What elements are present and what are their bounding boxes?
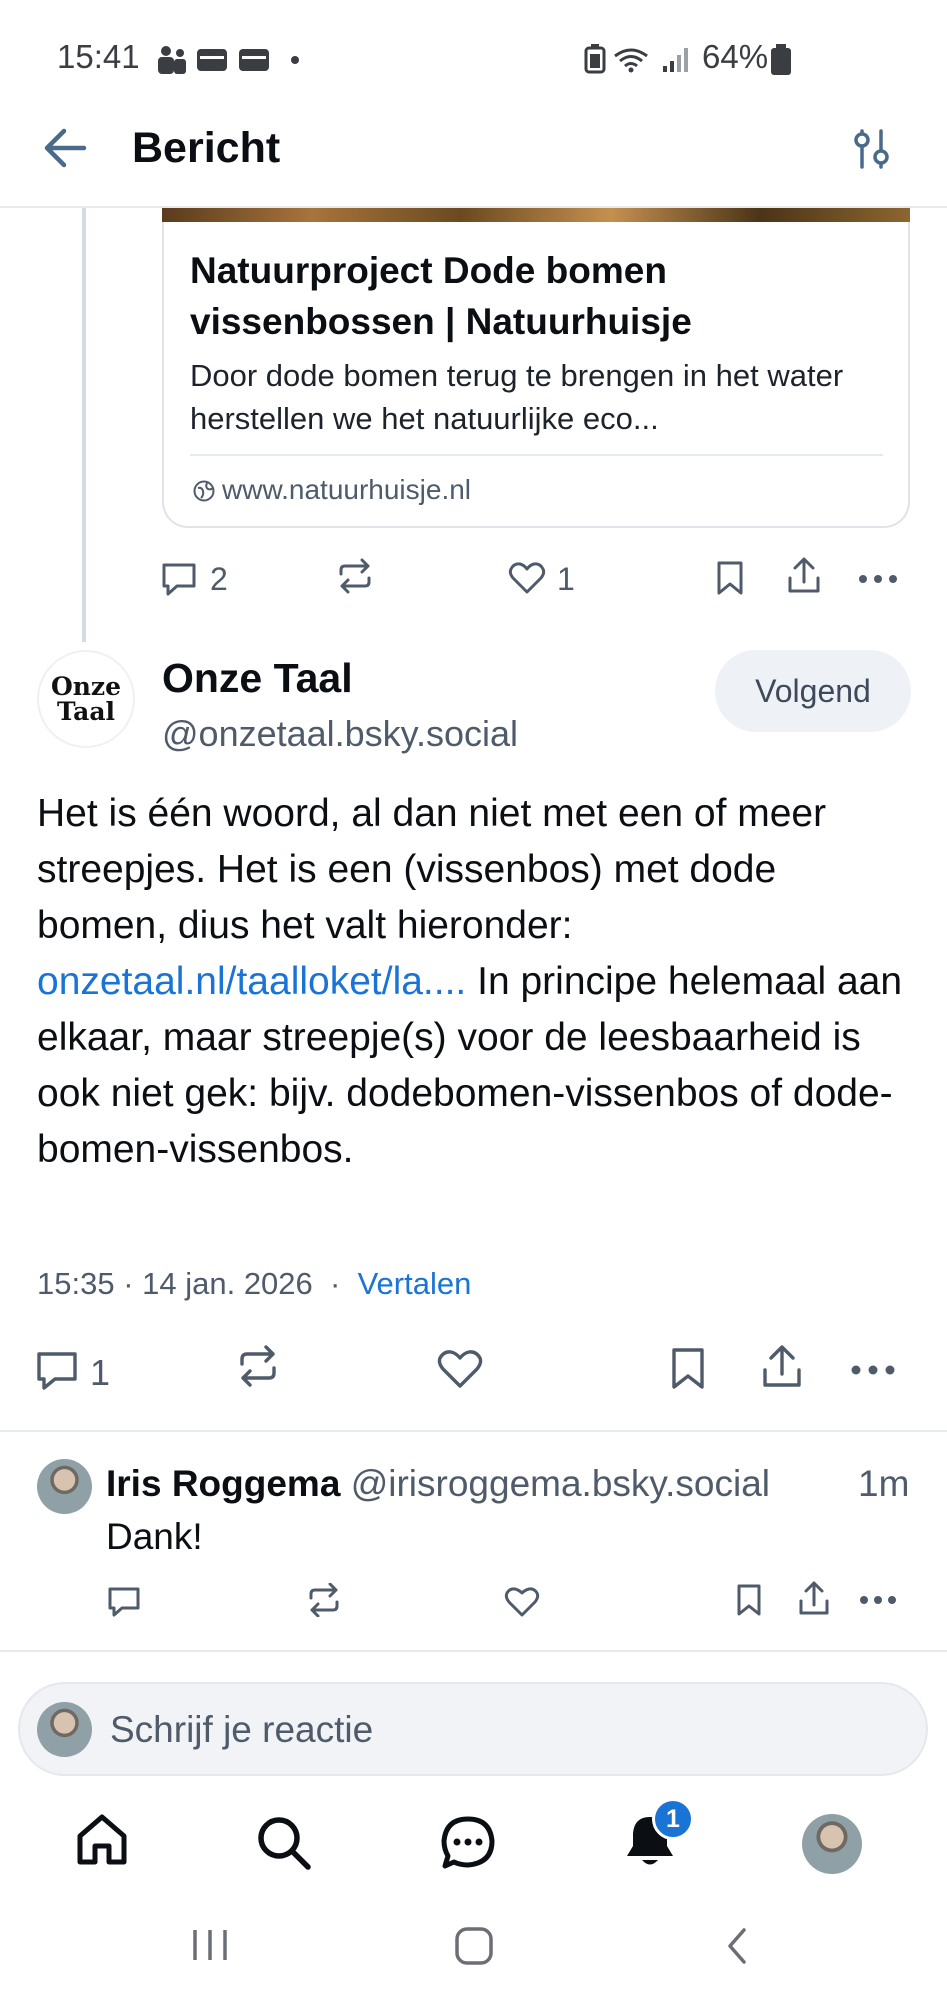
like-icon[interactable] (504, 1586, 540, 1618)
thread-line (82, 208, 86, 642)
post-timestamp: 15:35 · 14 jan. 2026 (37, 1266, 313, 1301)
avatar-logo-text-1: Onze (50, 672, 122, 701)
reply-icon[interactable] (106, 1585, 142, 1619)
chat-icon[interactable] (440, 1815, 496, 1871)
post-link[interactable]: onzetaal.nl/taalloket/la.... (37, 960, 466, 1003)
like-icon[interactable] (508, 561, 546, 595)
reply-icon[interactable] (35, 1350, 79, 1392)
link-card-divider (190, 454, 883, 456)
system-back-icon[interactable] (724, 1926, 750, 1966)
reply-time: 1m (858, 1463, 910, 1504)
bookmark-icon[interactable] (670, 1347, 706, 1391)
link-card-domain: www.natuurhuisje.nl (222, 474, 472, 505)
share-icon[interactable] (796, 1580, 832, 1618)
status-time: 15:41 (57, 38, 140, 75)
link-card-description: Door dode bomen terug te brengen in het … (190, 358, 844, 436)
reply-count: 1 (90, 1352, 111, 1393)
author-name[interactable]: Onze Taal (162, 655, 353, 702)
like-icon[interactable] (437, 1349, 483, 1389)
more-options-icon[interactable] (858, 574, 898, 584)
link-card-title: Natuurproject Dode bomen vissenbossen | … (190, 250, 692, 342)
post-body: Het is één woord, al dan niet met een of… (37, 786, 917, 1178)
status-system-icons (583, 42, 697, 76)
reply-author-line: Iris Roggema @irisroggema.bsky.social (106, 1463, 770, 1505)
reply-icon[interactable] (160, 561, 198, 597)
recent-apps-icon[interactable] (190, 1928, 230, 1962)
post-divider (0, 1430, 947, 1432)
repost-icon[interactable] (305, 1583, 343, 1617)
search-icon[interactable] (255, 1814, 313, 1872)
more-options-icon[interactable] (850, 1364, 896, 1376)
link-card-image (162, 208, 910, 222)
thread-settings-icon[interactable] (852, 128, 892, 170)
reply-author-name[interactable]: Iris Roggema (106, 1463, 340, 1504)
translate-link[interactable]: Vertalen (358, 1266, 472, 1301)
bookmark-icon[interactable] (715, 560, 745, 596)
notification-badge: 1 (652, 1798, 694, 1840)
follow-button[interactable]: Volgend (715, 650, 911, 732)
reply-count: 2 (210, 561, 228, 597)
bookmark-icon[interactable] (735, 1583, 763, 1617)
author-handle[interactable]: @onzetaal.bsky.social (162, 713, 518, 755)
avatar-logo-text-2: Taal (56, 697, 116, 726)
reply-text: Dank! (106, 1516, 203, 1557)
like-count: 1 (557, 561, 575, 597)
page-title: Bericht (132, 124, 281, 172)
meta-separator: · (330, 1266, 341, 1301)
reply-divider (0, 1650, 947, 1652)
author-avatar[interactable]: Onze Taal (37, 650, 135, 748)
reply-author-avatar[interactable] (37, 1459, 92, 1514)
more-options-icon[interactable] (859, 1595, 897, 1605)
reply-input[interactable] (110, 1706, 810, 1754)
repost-icon[interactable] (235, 1345, 281, 1387)
post-meta: 15:35 · 14 jan. 2026 · Vertalen (37, 1266, 471, 1302)
repost-icon[interactable] (335, 558, 375, 594)
status-notification-icons (155, 44, 305, 76)
post-text-part1: Het is één woord, al dan niet met een of… (37, 792, 827, 947)
battery-percentage: 64% (702, 38, 769, 75)
share-icon[interactable] (760, 1344, 804, 1390)
home-icon[interactable] (74, 1812, 130, 1868)
profile-avatar[interactable] (802, 1814, 862, 1874)
composer-avatar (37, 1702, 92, 1757)
share-icon[interactable] (785, 556, 823, 596)
reply-author-handle[interactable]: @irisroggema.bsky.social (351, 1463, 770, 1504)
home-button-icon[interactable] (454, 1926, 494, 1966)
back-arrow-icon[interactable] (42, 126, 88, 170)
battery-icon (770, 44, 792, 76)
globe-icon (192, 479, 216, 503)
